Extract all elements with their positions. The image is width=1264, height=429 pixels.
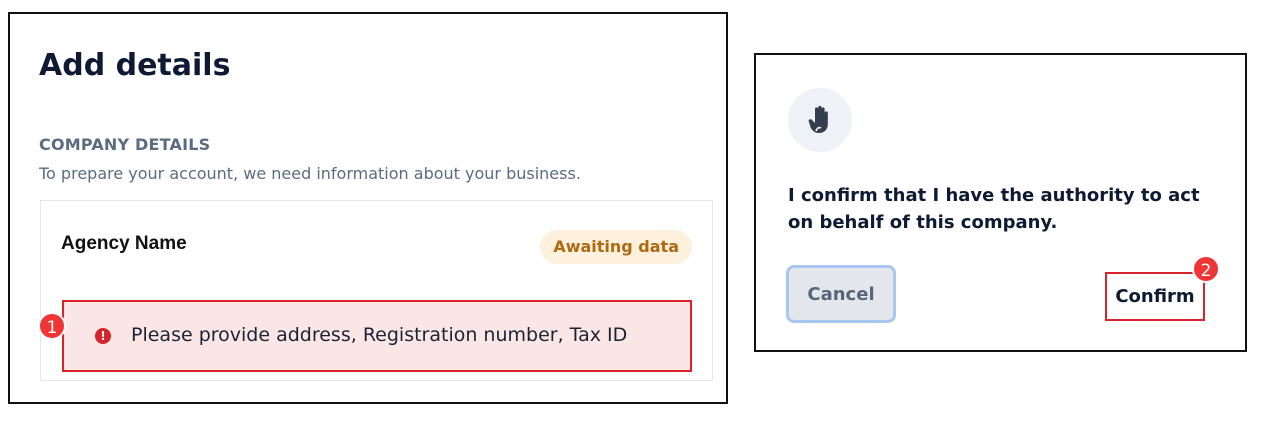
add-details-panel: Add details COMPANY DETAILS To prepare y… (8, 12, 728, 404)
alert-message: Please provide address, Registration num… (131, 324, 628, 346)
error-icon: ! (95, 328, 111, 344)
confirm-button[interactable]: Confirm (1105, 272, 1205, 321)
page-title: Add details (39, 48, 231, 83)
cancel-button[interactable]: Cancel (786, 265, 896, 323)
status-badge: Awaiting data (540, 230, 692, 264)
step-marker-1: 1 (38, 312, 66, 340)
confirm-authority-dialog: I confirm that I have the authority to a… (754, 53, 1247, 352)
section-description: To prepare your account, we need informa… (39, 164, 581, 183)
raised-hand-icon (788, 88, 852, 152)
step-marker-2: 2 (1192, 255, 1220, 283)
confirm-statement: I confirm that I have the authority to a… (788, 185, 1200, 233)
missing-info-alert[interactable]: ! Please provide address, Registration n… (62, 300, 692, 372)
agency-name-label: Agency Name (61, 233, 187, 254)
section-heading: COMPANY DETAILS (39, 135, 211, 154)
